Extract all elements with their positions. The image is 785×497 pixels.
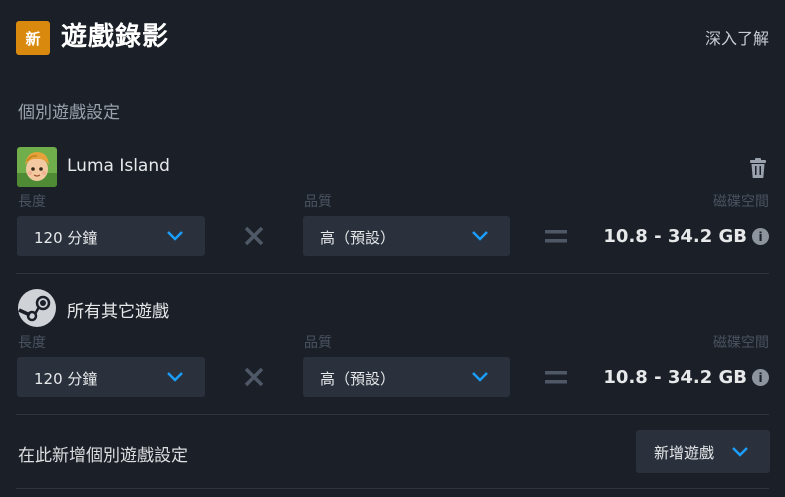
multiply-icon [244,226,264,246]
game-setting-luma-island: Luma Island 長度 品質 磁碟空間 120 分鐘 高（預設） 10.8… [17,147,769,273]
quality-label: 品質 [304,194,332,210]
quality-value: 高（預設） [320,370,396,388]
disk-space-value: 10.8 - 34.2 GB [603,226,747,247]
chevron-down-icon [472,231,488,241]
steam-icon [17,288,57,328]
learn-more-link[interactable]: 深入了解 [705,25,769,49]
length-value: 120 分鐘 [34,370,98,388]
chevron-down-icon [167,231,183,241]
game-name: Luma Island [67,156,170,176]
length-label: 長度 [18,335,46,351]
disk-space-value: 10.8 - 34.2 GB [603,367,747,388]
game-setting-all-other-games: 所有其它遊戲 長度 品質 磁碟空間 120 分鐘 高（預設） 10.8 - 34… [17,288,769,414]
section-label: 個別遊戲設定 [18,103,120,123]
add-game-dropdown[interactable]: 新增遊戲 [636,430,770,473]
info-icon[interactable]: i [752,369,769,386]
quality-label: 品質 [304,335,332,351]
length-dropdown[interactable]: 120 分鐘 [17,216,205,256]
multiply-icon [244,367,264,387]
equals-icon [545,371,567,384]
disk-space-label: 磁碟空間 [713,194,769,210]
add-game-label: 新增遊戲 [654,444,715,462]
length-dropdown[interactable]: 120 分鐘 [17,357,205,397]
quality-dropdown[interactable]: 高（預設） [303,216,510,256]
trash-icon[interactable] [747,157,769,179]
length-value: 120 分鐘 [34,229,98,247]
disk-space-label: 磁碟空間 [713,335,769,351]
chevron-down-icon [732,447,748,457]
chevron-down-icon [167,372,183,382]
luma-island-icon [17,147,57,187]
length-label: 長度 [18,194,46,210]
info-icon[interactable]: i [752,228,769,245]
header: 新 遊戲錄影 深入了解 [16,19,769,55]
page-title: 遊戲錄影 [61,22,170,52]
new-badge: 新 [16,21,50,55]
chevron-down-icon [472,372,488,382]
quality-dropdown[interactable]: 高（預設） [303,357,510,397]
game-name: 所有其它遊戲 [67,302,169,322]
add-game-setting-label: 在此新增個別遊戲設定 [18,446,188,466]
divider [16,414,769,415]
divider [16,488,769,489]
divider [16,273,769,274]
quality-value: 高（預設） [320,229,396,247]
equals-icon [545,230,567,243]
